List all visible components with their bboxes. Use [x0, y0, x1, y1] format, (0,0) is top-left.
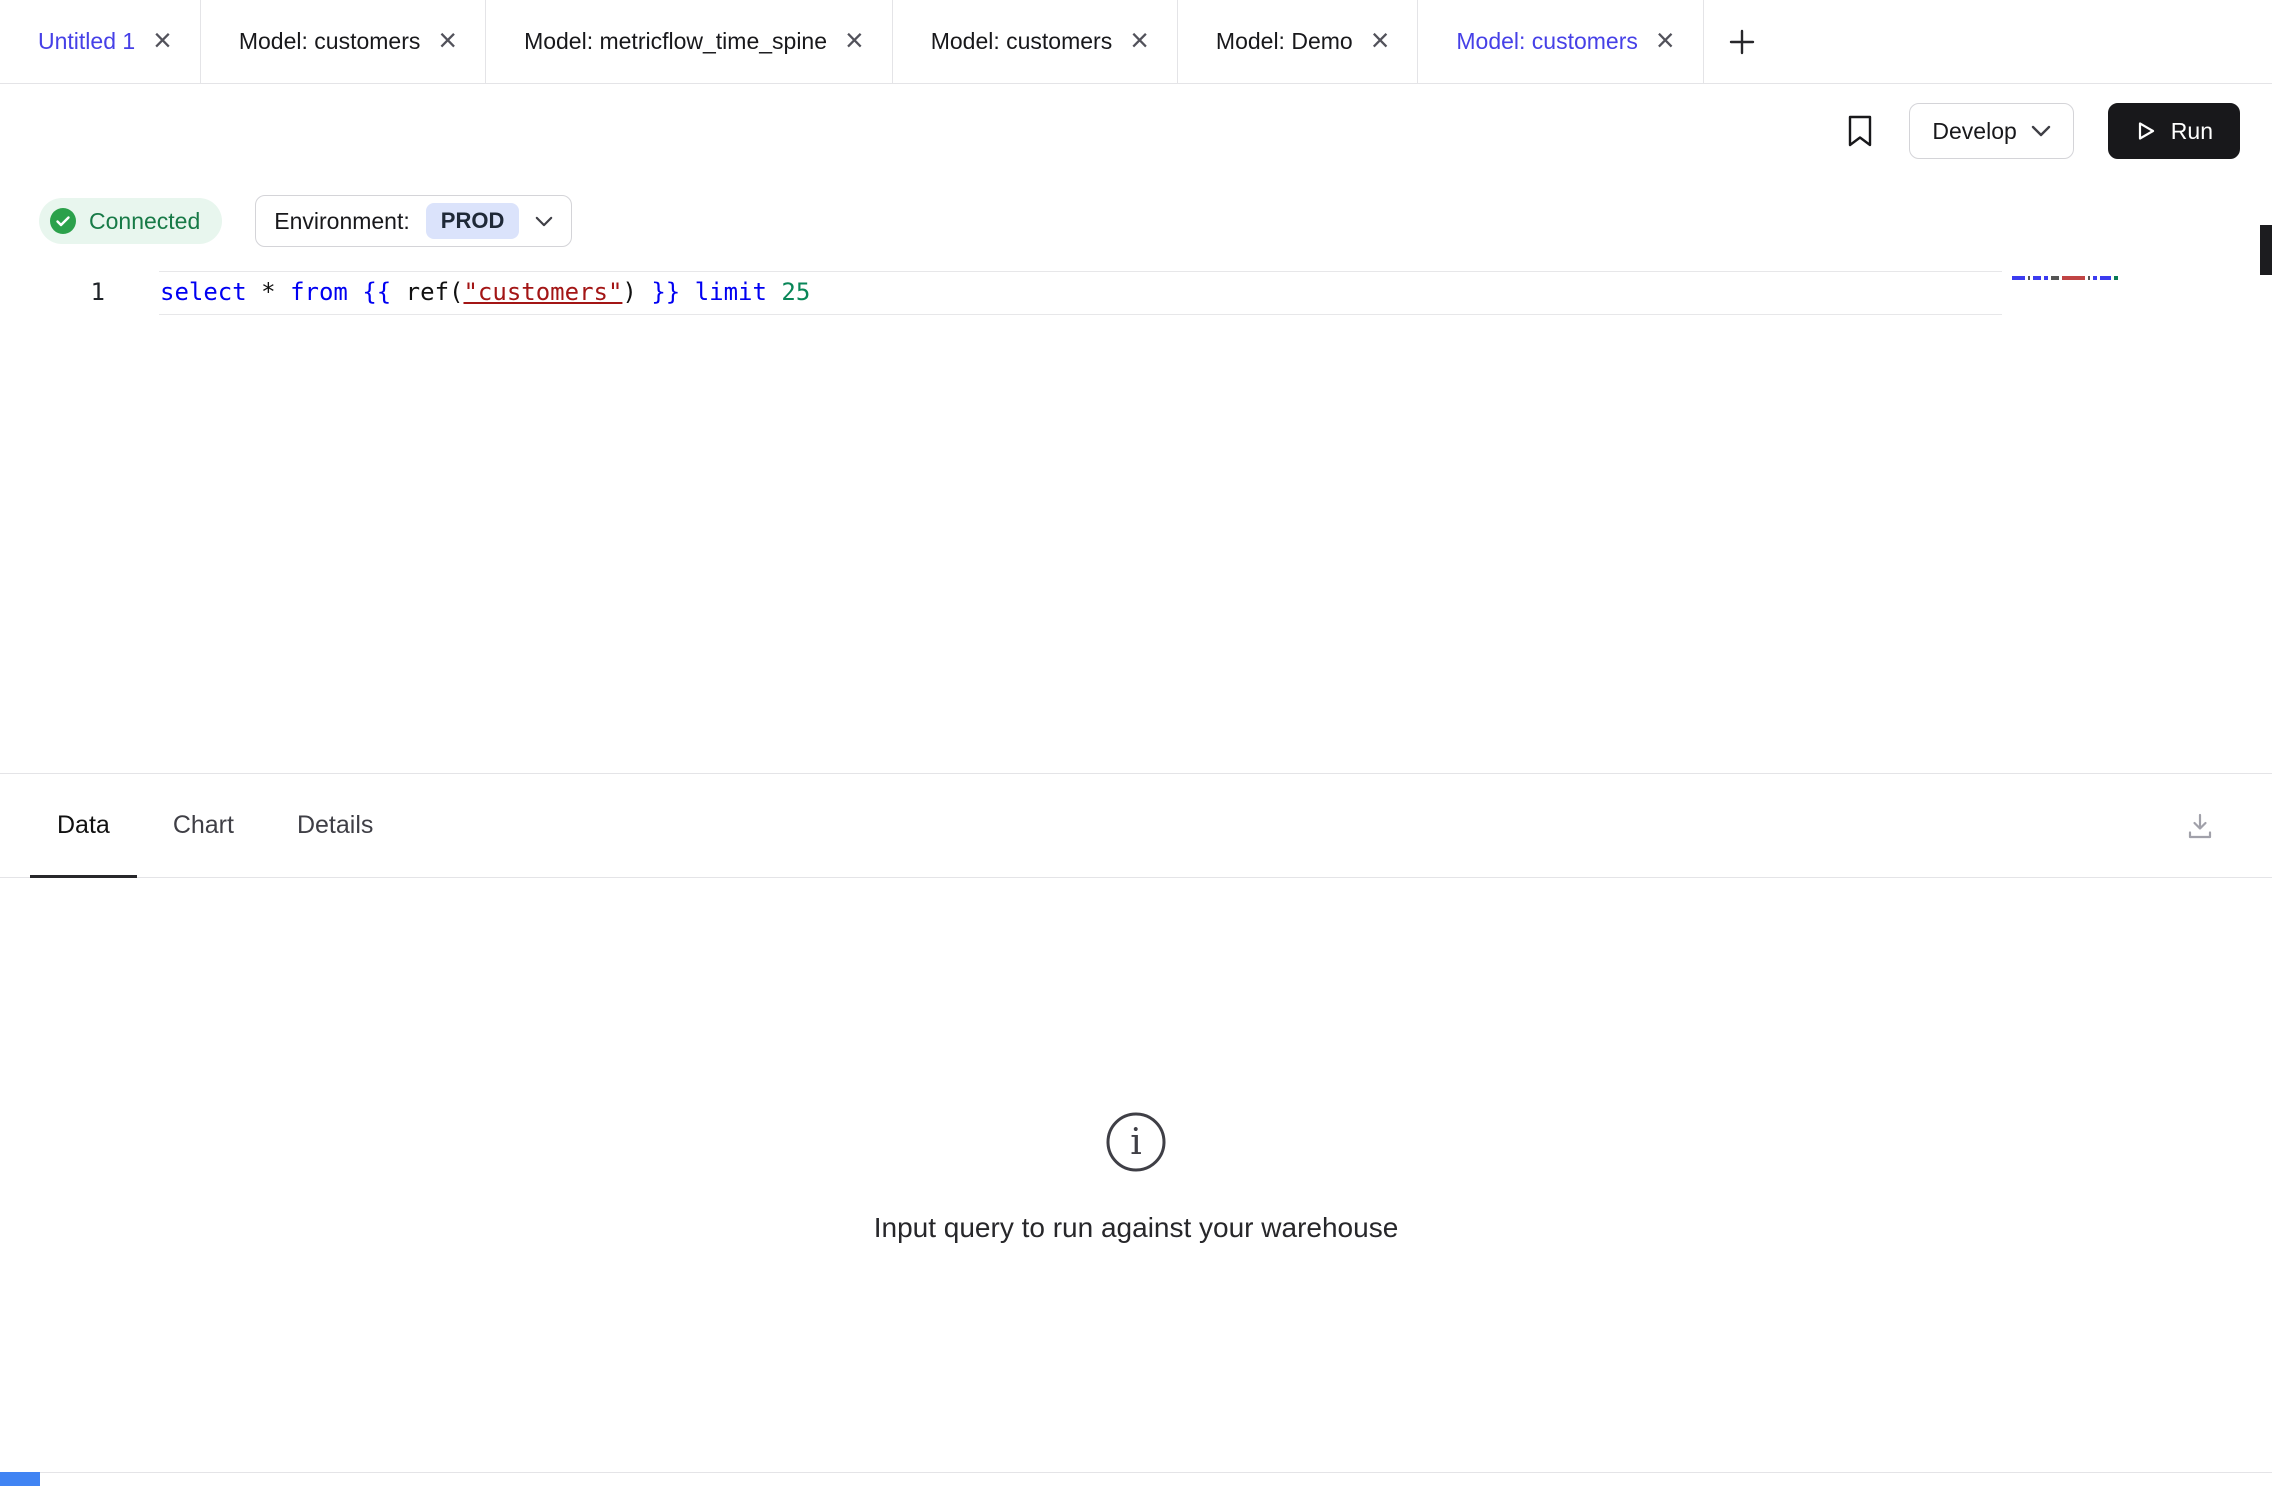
- play-icon: [2135, 119, 2157, 143]
- minimap-mark: [2114, 276, 2118, 280]
- minimap-mark: [2028, 276, 2030, 280]
- tab-strip: Untitled 1×Model: customers×Model: metri…: [0, 0, 1704, 83]
- code-token: *: [261, 278, 290, 306]
- tab-label: Model: Demo: [1216, 28, 1353, 55]
- editor-tab[interactable]: Model: customers ×: [201, 0, 486, 83]
- code-line[interactable]: select * from {{ ref("customers") }} lim…: [160, 271, 810, 313]
- minimap-mark: [2051, 276, 2059, 280]
- code-token: select: [160, 278, 261, 306]
- toolbar: Develop Run: [0, 84, 2272, 178]
- download-button[interactable]: [2185, 811, 2215, 841]
- plus-icon: [1727, 27, 1757, 57]
- bookmark-icon: [1845, 114, 1875, 148]
- code-token: }}: [651, 278, 694, 306]
- environment-selector[interactable]: Environment: PROD: [255, 195, 572, 247]
- tab-close-icon[interactable]: ×: [438, 24, 457, 56]
- connection-status-label: Connected: [89, 208, 200, 235]
- chevron-down-icon: [2031, 125, 2051, 137]
- editor-tab[interactable]: Model: customers ×: [893, 0, 1178, 83]
- editor-tab[interactable]: Untitled 1 ×: [0, 0, 201, 83]
- develop-dropdown-button[interactable]: Develop: [1909, 103, 2073, 159]
- chevron-down-icon: [535, 216, 553, 227]
- editor-tab[interactable]: Model: metricflow_time_spine ×: [486, 0, 893, 83]
- minimap-mark: [2044, 276, 2048, 280]
- results-panel: DataChartDetails i Input query to run ag…: [0, 773, 2272, 1486]
- minimap-mark: [2100, 276, 2111, 280]
- minimap-mark: [2093, 276, 2097, 280]
- empty-state-message: Input query to run against your warehous…: [874, 1212, 1399, 1244]
- code-token: ): [622, 278, 651, 306]
- code-editor[interactable]: 1 select * from {{ ref("customers") }} l…: [0, 264, 2272, 773]
- results-tab-list: DataChartDetails: [30, 774, 409, 877]
- minimap-mark: [2033, 276, 2041, 280]
- develop-label: Develop: [1932, 118, 2016, 145]
- ide-page: Untitled 1×Model: customers×Model: metri…: [0, 0, 2272, 1486]
- bookmark-button[interactable]: [1845, 114, 1875, 148]
- code-token: limit: [695, 278, 782, 306]
- minimap-mark: [2088, 276, 2090, 280]
- download-icon: [2185, 811, 2215, 841]
- tab-label: Model: customers: [1456, 28, 1638, 55]
- results-empty-state: i Input query to run against your wareho…: [0, 878, 2272, 1244]
- bottom-left-accent: [0, 1472, 40, 1486]
- code-token: 25: [781, 278, 810, 306]
- results-tab-data[interactable]: Data: [30, 774, 137, 877]
- environment-label: Environment:: [274, 208, 410, 235]
- status-row: Connected Environment: PROD: [0, 178, 2272, 264]
- line-number: 1: [0, 271, 105, 313]
- minimap-mark: [2062, 276, 2085, 280]
- minimap[interactable]: [2012, 276, 2172, 280]
- code-token: ref(: [406, 278, 464, 306]
- environment-value-badge: PROD: [426, 203, 520, 239]
- check-circle-icon: [50, 208, 76, 234]
- code-token: from: [290, 278, 362, 306]
- tab-label: Model: customers: [931, 28, 1113, 55]
- results-tab-details[interactable]: Details: [270, 774, 400, 877]
- editor-tab[interactable]: Model: customers ×: [1418, 0, 1703, 83]
- connection-status-badge: Connected: [39, 198, 222, 244]
- code-token: "customers": [463, 278, 622, 306]
- run-label: Run: [2171, 118, 2213, 145]
- scrollbar-thumb[interactable]: [2260, 225, 2272, 275]
- tab-bar: Untitled 1×Model: customers×Model: metri…: [0, 0, 2272, 84]
- bottom-strip: [0, 1472, 2272, 1486]
- svg-text:i: i: [1130, 1122, 1142, 1163]
- results-tab-bar: DataChartDetails: [0, 774, 2272, 878]
- tab-close-icon[interactable]: ×: [153, 24, 172, 56]
- tab-label: Untitled 1: [38, 28, 135, 55]
- editor-tab[interactable]: Model: Demo ×: [1178, 0, 1418, 83]
- code-token: {{: [362, 278, 405, 306]
- minimap-mark: [2012, 276, 2025, 280]
- info-icon: i: [1104, 1110, 1168, 1174]
- tab-close-icon[interactable]: ×: [845, 24, 864, 56]
- tab-close-icon[interactable]: ×: [1130, 24, 1149, 56]
- results-tab-chart[interactable]: Chart: [146, 774, 261, 877]
- tab-close-icon[interactable]: ×: [1656, 24, 1675, 56]
- tab-label: Model: metricflow_time_spine: [524, 28, 827, 55]
- tab-label: Model: customers: [239, 28, 421, 55]
- new-tab-button[interactable]: [1704, 0, 1780, 83]
- run-button[interactable]: Run: [2108, 103, 2240, 159]
- tab-close-icon[interactable]: ×: [1371, 24, 1390, 56]
